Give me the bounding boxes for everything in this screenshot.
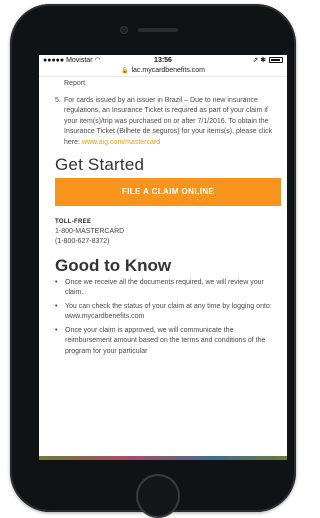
- get-started-heading: Get Started: [55, 155, 145, 174]
- home-button[interactable]: [136, 474, 180, 518]
- url-text: lac.mycardbenefits.com: [131, 67, 205, 74]
- phone-screen: ●●●●● Movistar ◠ 13:56 ⇗ ✱ 🔒 lac.mycardb…: [39, 55, 287, 460]
- carrier-label: ●●●●● Movistar: [43, 56, 93, 64]
- phone-text[interactable]: 1-800-MASTERCARD: [55, 227, 273, 237]
- good-to-know-list: Once we receive all the documents requir…: [55, 278, 273, 358]
- front-camera: [120, 26, 128, 34]
- good-to-know-heading: Good to Know: [55, 256, 172, 275]
- list-item: You can check the status of your claim a…: [55, 302, 273, 323]
- page-content: Report. 5. For cards issued by an issuer…: [39, 77, 287, 357]
- list-item-number: 5.: [55, 96, 61, 104]
- tollfree-label: TOLL-FREE: [55, 218, 92, 225]
- phone-number[interactable]: (1-800-627-8372): [55, 237, 273, 247]
- list-item: Once your claim is approved, we will com…: [55, 326, 273, 358]
- aig-link[interactable]: www.aig.com/mastercard: [82, 139, 160, 146]
- list-item-5: 5. For cards issued by an issuer in Braz…: [55, 96, 273, 149]
- url-bar[interactable]: 🔒 lac.mycardbenefits.com: [39, 65, 287, 77]
- status-indicators: ⇗ ✱: [252, 56, 283, 64]
- battery-icon: [269, 57, 283, 63]
- carrier-group: ●●●●● Movistar ◠: [43, 56, 101, 65]
- report-line: Report.: [64, 80, 87, 87]
- location-bluetooth-icons: ⇗ ✱: [252, 57, 266, 64]
- footer-strip: [39, 456, 287, 460]
- earpiece-speaker: [138, 28, 178, 32]
- lock-icon: 🔒: [120, 68, 129, 74]
- status-bar: ●●●●● Movistar ◠ 13:56 ⇗ ✱: [39, 55, 287, 65]
- list-item-text: For cards issued by an issuer in Brazil …: [64, 96, 273, 149]
- list-item: Once we receive all the documents requir…: [55, 278, 273, 299]
- wifi-icon: ◠: [94, 57, 101, 64]
- phone-device-frame: ●●●●● Movistar ◠ 13:56 ⇗ ✱ 🔒 lac.mycardb…: [10, 4, 296, 518]
- file-claim-button[interactable]: FILE A CLAIM ONLINE: [55, 177, 281, 206]
